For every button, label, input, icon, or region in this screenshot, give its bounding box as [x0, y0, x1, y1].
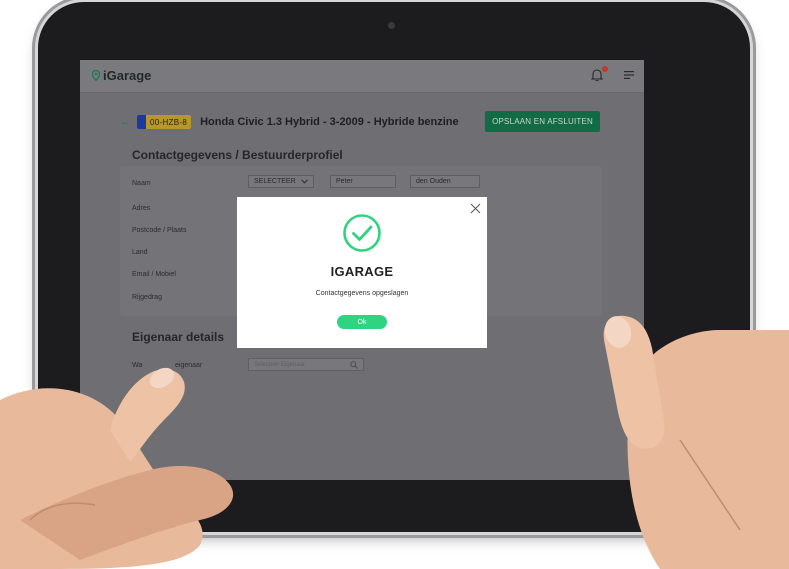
- search-icon: [350, 360, 358, 369]
- ok-button[interactable]: Ok: [337, 315, 387, 329]
- modal-message: Contactgegevens opgeslagen: [315, 290, 409, 297]
- plate-number: 00-HZB-8: [150, 117, 188, 127]
- label-owner-suffix: eigenaar: [175, 362, 203, 369]
- back-arrow-icon[interactable]: ←: [120, 116, 131, 128]
- check-circle-icon: [343, 214, 381, 252]
- owner-search-placeholder: Selecteer Eigenaar: [254, 361, 306, 368]
- label-postcode: Postcode / Plaats: [132, 227, 187, 234]
- owner-section-title: Eigenaar details: [132, 330, 225, 344]
- license-plate: 00-HZB-8: [137, 115, 192, 129]
- success-modal: IGARAGE Contactgegevens opgeslagen Ok: [237, 197, 487, 348]
- label-naam: Naam: [132, 180, 151, 187]
- app-logo[interactable]: iGarage: [92, 68, 151, 83]
- vehicle-header: ← 00-HZB-8 Honda Civic 1.3 Hybrid - 3-20…: [120, 115, 459, 129]
- notification-badge: [602, 66, 608, 72]
- chat-launcher[interactable]: [634, 458, 644, 474]
- close-icon[interactable]: [470, 203, 481, 214]
- app-header: iGarage: [80, 60, 644, 93]
- modal-title: IGARAGE: [330, 264, 394, 279]
- plate-eu-band: [137, 115, 146, 129]
- chevron-down-icon: [301, 179, 308, 184]
- app-name: iGarage: [103, 68, 152, 83]
- label-rijgedrag: Rijgedrag: [132, 294, 162, 301]
- owner-search-input[interactable]: Selecteer Eigenaar: [248, 358, 364, 371]
- label-email: Email / Mobiel: [132, 271, 176, 278]
- menu-icon[interactable]: [624, 70, 634, 80]
- first-name-value: Peter: [336, 178, 353, 185]
- contact-section-title: Contactgegevens / Bestuurderprofiel: [132, 148, 343, 162]
- salutation-select-value: SELECTEER: [254, 178, 296, 185]
- front-camera: [388, 22, 395, 29]
- last-name-value: den Ouden: [416, 178, 451, 185]
- last-name-field[interactable]: den Ouden: [410, 175, 480, 188]
- salutation-select[interactable]: SELECTEER: [248, 175, 314, 188]
- save-and-close-button[interactable]: OPSLAAN EN AFSLUITEN: [485, 111, 600, 132]
- label-land: Land: [132, 249, 148, 256]
- location-pin-icon: [92, 70, 100, 81]
- first-name-field[interactable]: Peter: [330, 175, 396, 188]
- label-adres: Adres: [132, 205, 151, 212]
- label-owner-prefix: Wa: [132, 362, 143, 369]
- vehicle-title: Honda Civic 1.3 Hybrid - 3-2009 - Hybrid…: [200, 116, 459, 128]
